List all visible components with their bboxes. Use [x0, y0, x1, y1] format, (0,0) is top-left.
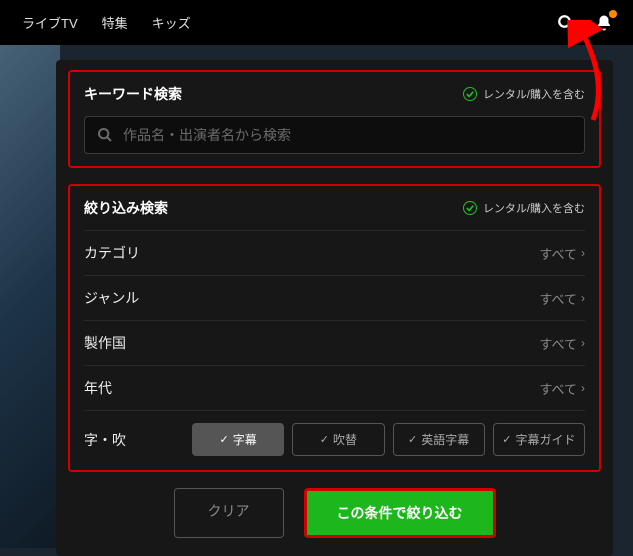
keyword-search-field[interactable]	[84, 116, 585, 154]
filter-row-category[interactable]: カテゴリ すべて›	[84, 230, 585, 275]
rental-label: レンタル/購入を含む	[483, 200, 585, 216]
top-bar: ライブTV 特集 キッズ	[0, 0, 633, 45]
chevron-right-icon: ›	[581, 381, 585, 395]
check-icon: ✓	[408, 433, 417, 446]
nav-kids[interactable]: キッズ	[140, 13, 203, 32]
rental-label: レンタル/購入を含む	[483, 86, 585, 102]
notification-dot	[609, 10, 617, 18]
chevron-right-icon: ›	[581, 336, 585, 350]
filter-section: 絞り込み検索 レンタル/購入を含む カテゴリ すべて› ジャンル すべて› 製作…	[68, 184, 601, 472]
action-row: クリア この条件で絞り込む	[68, 488, 601, 538]
pill-dub[interactable]: ✓吹替	[292, 423, 384, 456]
check-icon	[463, 87, 477, 101]
filter-value: すべて›	[539, 334, 585, 353]
search-panel: キーワード検索 レンタル/購入を含む 絞り込み検索 レンタル/購入を含む	[56, 60, 613, 556]
chevron-right-icon: ›	[581, 291, 585, 305]
filter-row-country[interactable]: 製作国 すべて›	[84, 320, 585, 365]
filter-label: カテゴリ	[84, 243, 140, 263]
nav-feature[interactable]: 特集	[90, 13, 140, 32]
keyword-input[interactable]	[123, 127, 572, 143]
check-icon	[463, 201, 477, 215]
nav-live-tv[interactable]: ライブTV	[10, 13, 90, 32]
filter-title: 絞り込み検索	[84, 198, 168, 218]
subdub-label: 字・吹	[84, 430, 184, 450]
check-icon: ✓	[320, 433, 329, 446]
filter-label: 製作国	[84, 333, 126, 353]
filter-label: 年代	[84, 378, 112, 398]
filter-row-subdub: 字・吹 ✓字幕 ✓吹替 ✓英語字幕 ✓字幕ガイド	[84, 410, 585, 458]
background-art	[0, 45, 60, 548]
clear-button[interactable]: クリア	[174, 488, 284, 538]
filter-value: すべて›	[539, 379, 585, 398]
filter-value: すべて›	[539, 244, 585, 263]
pill-subtitle[interactable]: ✓字幕	[192, 423, 284, 456]
filter-row-era[interactable]: 年代 すべて›	[84, 365, 585, 410]
apply-button[interactable]: この条件で絞り込む	[304, 488, 496, 538]
search-icon[interactable]	[551, 8, 581, 38]
filter-label: ジャンル	[84, 288, 139, 308]
check-icon: ✓	[220, 433, 229, 446]
keyword-rental-toggle[interactable]: レンタル/購入を含む	[463, 86, 585, 102]
search-field-icon	[97, 127, 113, 143]
chevron-right-icon: ›	[581, 246, 585, 260]
keyword-section: キーワード検索 レンタル/購入を含む	[68, 70, 601, 168]
notifications-icon[interactable]	[589, 8, 619, 38]
filter-value: すべて›	[539, 289, 585, 308]
filter-rental-toggle[interactable]: レンタル/購入を含む	[463, 200, 585, 216]
pill-eng-sub[interactable]: ✓英語字幕	[393, 423, 485, 456]
check-icon: ✓	[502, 433, 511, 446]
pill-sub-guide[interactable]: ✓字幕ガイド	[493, 423, 585, 456]
filter-row-genre[interactable]: ジャンル すべて›	[84, 275, 585, 320]
keyword-title: キーワード検索	[84, 84, 182, 104]
